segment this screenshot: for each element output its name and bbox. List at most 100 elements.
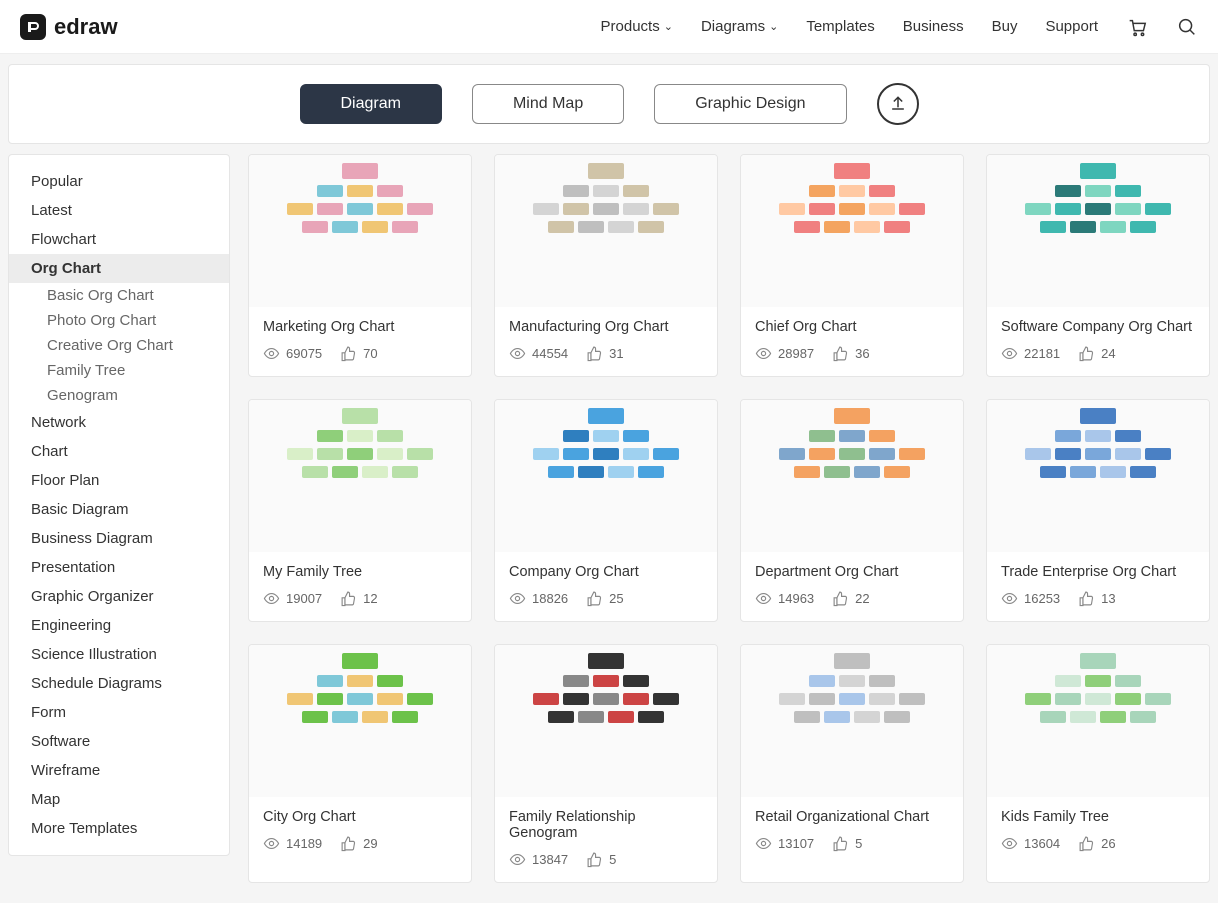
template-card[interactable]: My Family Tree 1900712: [248, 399, 472, 622]
views-icon: [263, 835, 280, 852]
likes-icon: [586, 590, 603, 607]
nav-item-products[interactable]: Products⌄: [601, 18, 673, 35]
template-meta: 1360426: [1001, 835, 1195, 852]
sidebar-subitem-genogram[interactable]: Genogram: [9, 383, 229, 408]
nav-item-templates[interactable]: Templates: [806, 18, 874, 35]
views-icon: [509, 851, 526, 868]
category-toolbar: Diagram Mind Map Graphic Design: [8, 64, 1210, 144]
template-title: Family Relationship Genogram: [509, 809, 703, 841]
template-title: My Family Tree: [263, 564, 457, 580]
likes-icon: [340, 835, 357, 852]
tab-diagram[interactable]: Diagram: [300, 84, 442, 124]
sidebar-item-business-diagram[interactable]: Business Diagram: [9, 524, 229, 553]
views-icon: [263, 590, 280, 607]
top-header: edraw Products⌄ Diagrams⌄ Templates Busines…: [0, 0, 1218, 54]
sidebar-subitem-family-tree[interactable]: Family Tree: [9, 358, 229, 383]
sidebar-item-engineering[interactable]: Engineering: [9, 611, 229, 640]
views-icon: [755, 835, 772, 852]
cart-icon[interactable]: [1126, 16, 1148, 38]
views-count: 16253: [1024, 591, 1060, 606]
likes-count: 24: [1101, 346, 1115, 361]
nav-item-diagrams[interactable]: Diagrams⌄: [701, 18, 778, 35]
upload-button[interactable]: [877, 83, 919, 125]
likes-icon: [1078, 835, 1095, 852]
template-title: Trade Enterprise Org Chart: [1001, 564, 1195, 580]
template-card[interactable]: City Org Chart1418929: [248, 644, 472, 883]
template-thumbnail: [741, 155, 963, 307]
template-card[interactable]: Marketing Org Chart6907570: [248, 154, 472, 377]
likes-icon: [832, 835, 849, 852]
template-card[interactable]: Family Relationship Genogram138475: [494, 644, 718, 883]
template-meta: 1882625: [509, 590, 703, 607]
template-card-body: Manufacturing Org Chart4455431: [495, 307, 717, 376]
template-card[interactable]: Trade Enterprise Org Chart 16253 13: [986, 399, 1210, 622]
template-meta: 16253 13: [1001, 590, 1195, 607]
likes-icon: [340, 590, 357, 607]
sidebar-item-network[interactable]: Network: [9, 408, 229, 437]
brand-logo[interactable]: edraw: [20, 14, 118, 40]
template-title: Manufacturing Org Chart: [509, 319, 703, 335]
template-thumbnail: [741, 645, 963, 797]
sidebar-item-schedule-diagrams[interactable]: Schedule Diagrams: [9, 669, 229, 698]
sidebar-item-basic-diagram[interactable]: Basic Diagram: [9, 495, 229, 524]
views-icon: [755, 345, 772, 362]
likes-icon: [586, 851, 603, 868]
sidebar-item-chart[interactable]: Chart: [9, 437, 229, 466]
sidebar-item-form[interactable]: Form: [9, 698, 229, 727]
template-card[interactable]: Kids Family Tree 1360426: [986, 644, 1210, 883]
likes-count: 13: [1101, 591, 1115, 606]
views-icon: [1001, 345, 1018, 362]
views-count: 13604: [1024, 836, 1060, 851]
tab-mindmap[interactable]: Mind Map: [472, 84, 624, 124]
logo-icon: [20, 14, 46, 40]
likes-icon: [340, 345, 357, 362]
likes-icon: [1078, 345, 1095, 362]
template-card[interactable]: Department Org Chart1496322: [740, 399, 964, 622]
sidebar-item-graphic-organizer[interactable]: Graphic Organizer: [9, 582, 229, 611]
template-thumbnail: [495, 645, 717, 797]
template-title: Marketing Org Chart: [263, 319, 457, 335]
template-card[interactable]: Retail Organizational Chart131075: [740, 644, 964, 883]
top-nav: Products⌄ Diagrams⌄ Templates Business Buy Su…: [601, 16, 1198, 38]
template-card[interactable]: Software Company Org Chart2218124: [986, 154, 1210, 377]
sidebar-item-latest[interactable]: Latest: [9, 196, 229, 225]
sidebar-item-more-templates[interactable]: More Templates: [9, 814, 229, 843]
sidebar-item-floor-plan[interactable]: Floor Plan: [9, 466, 229, 495]
template-thumbnail: [987, 155, 1209, 307]
sidebar-item-presentation[interactable]: Presentation: [9, 553, 229, 582]
views-count: 44554: [532, 346, 568, 361]
views-icon: [1001, 590, 1018, 607]
sidebar-subitem-creative-org-chart[interactable]: Creative Org Chart: [9, 333, 229, 358]
template-title: Kids Family Tree: [1001, 809, 1195, 825]
nav-item-support[interactable]: Support: [1045, 18, 1098, 35]
chevron-down-icon: ⌄: [664, 20, 673, 33]
template-meta: 1900712: [263, 590, 457, 607]
sidebar-item-science-illustration[interactable]: Science Illustration: [9, 640, 229, 669]
template-card[interactable]: Manufacturing Org Chart4455431: [494, 154, 718, 377]
template-card[interactable]: Company Org Chart1882625: [494, 399, 718, 622]
sidebar-item-org-chart[interactable]: Org Chart: [9, 254, 229, 283]
sidebar-item-software[interactable]: Software: [9, 727, 229, 756]
nav-item-business[interactable]: Business: [903, 18, 964, 35]
likes-icon: [832, 345, 849, 362]
sidebar-subitem-photo-org-chart[interactable]: Photo Org Chart: [9, 308, 229, 333]
sidebar-item-map[interactable]: Map: [9, 785, 229, 814]
template-meta: 1418929: [263, 835, 457, 852]
nav-item-buy[interactable]: Buy: [992, 18, 1018, 35]
sidebar-item-popular[interactable]: Popular: [9, 167, 229, 196]
template-card[interactable]: Chief Org Chart2898736: [740, 154, 964, 377]
views-count: 19007: [286, 591, 322, 606]
likes-count: 36: [855, 346, 869, 361]
views-icon: [755, 590, 772, 607]
main-layout: PopularLatestFlowchartOrg ChartBasic Org…: [0, 154, 1218, 903]
sidebar-item-wireframe[interactable]: Wireframe: [9, 756, 229, 785]
chevron-down-icon: ⌄: [769, 20, 778, 33]
views-icon: [1001, 835, 1018, 852]
sidebar-subitem-basic-org-chart[interactable]: Basic Org Chart: [9, 283, 229, 308]
template-title: Chief Org Chart: [755, 319, 949, 335]
search-icon[interactable]: [1176, 16, 1198, 38]
likes-count: 22: [855, 591, 869, 606]
template-title: Department Org Chart: [755, 564, 949, 580]
sidebar-item-flowchart[interactable]: Flowchart: [9, 225, 229, 254]
tab-graphicdesign[interactable]: Graphic Design: [654, 84, 846, 124]
